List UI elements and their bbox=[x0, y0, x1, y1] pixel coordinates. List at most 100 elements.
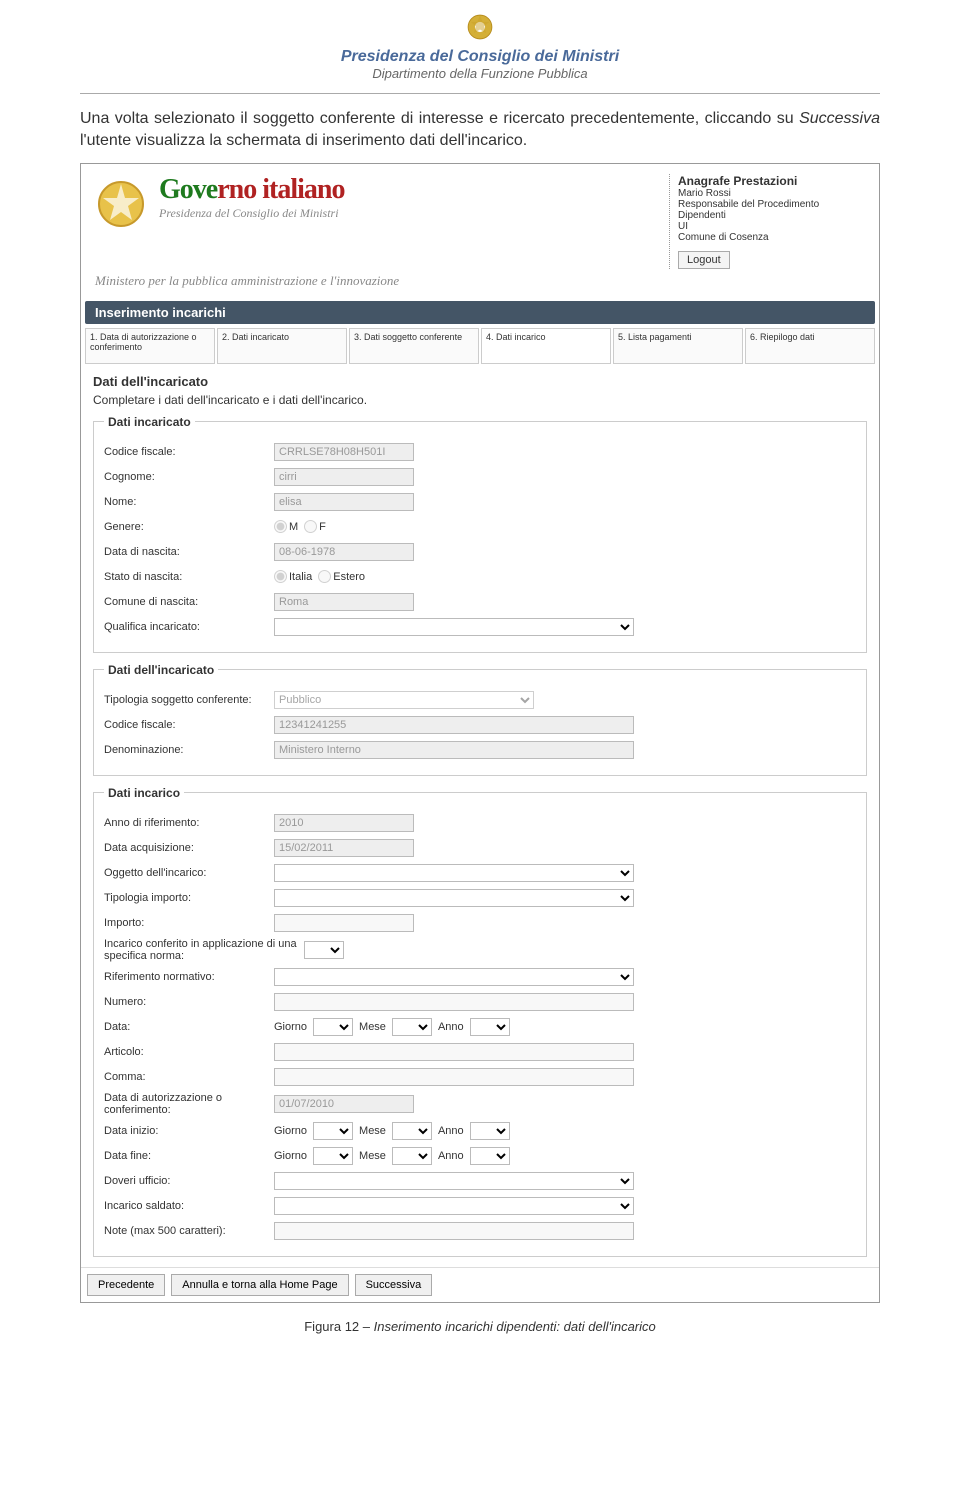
info-role: Responsabile del Procedimento Dipendenti bbox=[678, 199, 869, 221]
ti-select[interactable] bbox=[274, 889, 634, 907]
anno-select[interactable] bbox=[470, 1018, 510, 1036]
art-input[interactable] bbox=[274, 1043, 634, 1061]
oi-label: Oggetto dell'incarico: bbox=[104, 867, 274, 879]
section-title: Inserimento incarichi bbox=[85, 301, 875, 324]
dn-input[interactable] bbox=[274, 543, 414, 561]
info-org1: UI bbox=[678, 221, 869, 232]
sn-es-text: Estero bbox=[333, 571, 365, 583]
user-info: Anagrafe Prestazioni Mario Rossi Respons… bbox=[669, 174, 869, 269]
genere-label: Genere: bbox=[104, 521, 274, 533]
is-label: Incarico saldato: bbox=[104, 1200, 274, 1212]
wizard-steps: 1. Data di autorizzazione o conferimento… bbox=[85, 328, 875, 364]
brand-word-1: Gove bbox=[159, 174, 217, 205]
cf-input[interactable] bbox=[274, 443, 414, 461]
brand-sub: Presidenza del Consiglio dei Ministri bbox=[159, 206, 344, 221]
legend-3: Dati incarico bbox=[104, 786, 184, 800]
da-input[interactable] bbox=[274, 839, 414, 857]
genere-m-radio[interactable]: M bbox=[274, 520, 298, 533]
dn-label: Data di nascita: bbox=[104, 546, 274, 558]
crest-icon bbox=[91, 174, 151, 234]
block1-title: Dati dell'incaricato bbox=[93, 374, 873, 389]
is-select[interactable] bbox=[274, 1197, 634, 1215]
comma-label: Comma: bbox=[104, 1071, 274, 1083]
cn-input[interactable] bbox=[274, 593, 414, 611]
step-6[interactable]: 6. Riepilogo dati bbox=[745, 328, 875, 364]
qi-select[interactable] bbox=[274, 618, 634, 636]
brand-word-2: rno ita bbox=[217, 174, 290, 205]
df-g-select[interactable] bbox=[313, 1147, 353, 1165]
tsc-label: Tipologia soggetto conferente: bbox=[104, 694, 274, 706]
df-g-text: Giorno bbox=[274, 1150, 307, 1162]
giorno-text: Giorno bbox=[274, 1021, 307, 1033]
cancel-button[interactable]: Annulla e torna alla Home Page bbox=[171, 1274, 348, 1296]
intro-text-2: l'utente visualizza la schermata di inse… bbox=[80, 132, 527, 149]
tsc-select[interactable]: Pubblico bbox=[274, 691, 534, 709]
app-screenshot: Governo italiano Presidenza del Consigli… bbox=[80, 163, 880, 1303]
legend-1: Dati incaricato bbox=[104, 415, 195, 429]
comma-input[interactable] bbox=[274, 1068, 634, 1086]
data-label: Data: bbox=[104, 1021, 274, 1033]
df-a-select[interactable] bbox=[470, 1147, 510, 1165]
di-a-select[interactable] bbox=[470, 1122, 510, 1140]
num-input[interactable] bbox=[274, 993, 634, 1011]
figure-caption: Figura 12 – Inserimento incarichi dipend… bbox=[0, 1319, 960, 1334]
giorno-select[interactable] bbox=[313, 1018, 353, 1036]
imp-label: Importo: bbox=[104, 917, 274, 929]
mese-text: Mese bbox=[359, 1021, 386, 1033]
nome-label: Nome: bbox=[104, 496, 274, 508]
df-m-select[interactable] bbox=[392, 1147, 432, 1165]
nome-input[interactable] bbox=[274, 493, 414, 511]
app-header: Governo italiano Presidenza del Consigli… bbox=[81, 164, 879, 273]
info-user: Mario Rossi bbox=[678, 188, 869, 199]
dac-input[interactable] bbox=[274, 1095, 414, 1113]
step-5[interactable]: 5. Lista pagamenti bbox=[613, 328, 743, 364]
oi-select[interactable] bbox=[274, 864, 634, 882]
cn-label: Comune di nascita: bbox=[104, 596, 274, 608]
da-label: Data acquisizione: bbox=[104, 842, 274, 854]
block-incaricato: Dati dell'incaricato Completare i dati d… bbox=[87, 374, 873, 1257]
brand-word-3: liano bbox=[290, 174, 344, 205]
rn-select[interactable] bbox=[274, 968, 634, 986]
info-org2: Comune di Cosenza bbox=[678, 232, 869, 243]
dac-label: Data di autorizzazione o conferimento: bbox=[104, 1092, 274, 1116]
note-input[interactable] bbox=[274, 1222, 634, 1240]
doc-header-subtitle: Dipartimento della Funzione Pubblica bbox=[0, 66, 960, 81]
anno-input[interactable] bbox=[274, 814, 414, 832]
step-2[interactable]: 2. Dati incaricato bbox=[217, 328, 347, 364]
next-button[interactable]: Successiva bbox=[355, 1274, 433, 1296]
qi-label: Qualifica incaricato: bbox=[104, 621, 274, 633]
logout-button[interactable]: Logout bbox=[678, 251, 730, 269]
genere-f-radio[interactable]: F bbox=[304, 520, 326, 533]
df-a-text: Anno bbox=[438, 1150, 464, 1162]
fieldset-dati-conferente: Dati dell'incaricato Tipologia soggetto … bbox=[93, 663, 867, 776]
app-title: Governo italiano Presidenza del Consigli… bbox=[159, 174, 344, 221]
sn-label: Stato di nascita: bbox=[104, 571, 274, 583]
step-1[interactable]: 1. Data di autorizzazione o conferimento bbox=[85, 328, 215, 364]
imp-input[interactable] bbox=[274, 914, 414, 932]
du-select[interactable] bbox=[274, 1172, 634, 1190]
genere-f-text: F bbox=[319, 521, 326, 533]
den-input[interactable] bbox=[274, 741, 634, 759]
di-m-select[interactable] bbox=[392, 1122, 432, 1140]
icn-select[interactable] bbox=[304, 941, 344, 959]
cf2-input[interactable] bbox=[274, 716, 634, 734]
prev-button[interactable]: Precedente bbox=[87, 1274, 165, 1296]
mese-select[interactable] bbox=[392, 1018, 432, 1036]
sn-it-text: Italia bbox=[289, 571, 312, 583]
block1-sub: Completare i dati dell'incaricato e i da… bbox=[93, 393, 873, 407]
art-label: Articolo: bbox=[104, 1046, 274, 1058]
brand: Governo italiano Presidenza del Consigli… bbox=[91, 174, 669, 269]
sn-italia-radio[interactable]: Italia bbox=[274, 570, 312, 583]
ti-label: Tipologia importo: bbox=[104, 892, 274, 904]
cognome-input[interactable] bbox=[274, 468, 414, 486]
di-g-text: Giorno bbox=[274, 1125, 307, 1137]
cf-label: Codice fiscale: bbox=[104, 446, 274, 458]
button-bar: Precedente Annulla e torna alla Home Pag… bbox=[81, 1267, 879, 1302]
genere-m-text: M bbox=[289, 521, 298, 533]
step-3[interactable]: 3. Dati soggetto conferente bbox=[349, 328, 479, 364]
doc-body: Una volta selezionato il soggetto confer… bbox=[0, 108, 960, 153]
di-g-select[interactable] bbox=[313, 1122, 353, 1140]
anno-text: Anno bbox=[438, 1021, 464, 1033]
sn-estero-radio[interactable]: Estero bbox=[318, 570, 365, 583]
step-4[interactable]: 4. Dati incarico bbox=[481, 328, 611, 364]
